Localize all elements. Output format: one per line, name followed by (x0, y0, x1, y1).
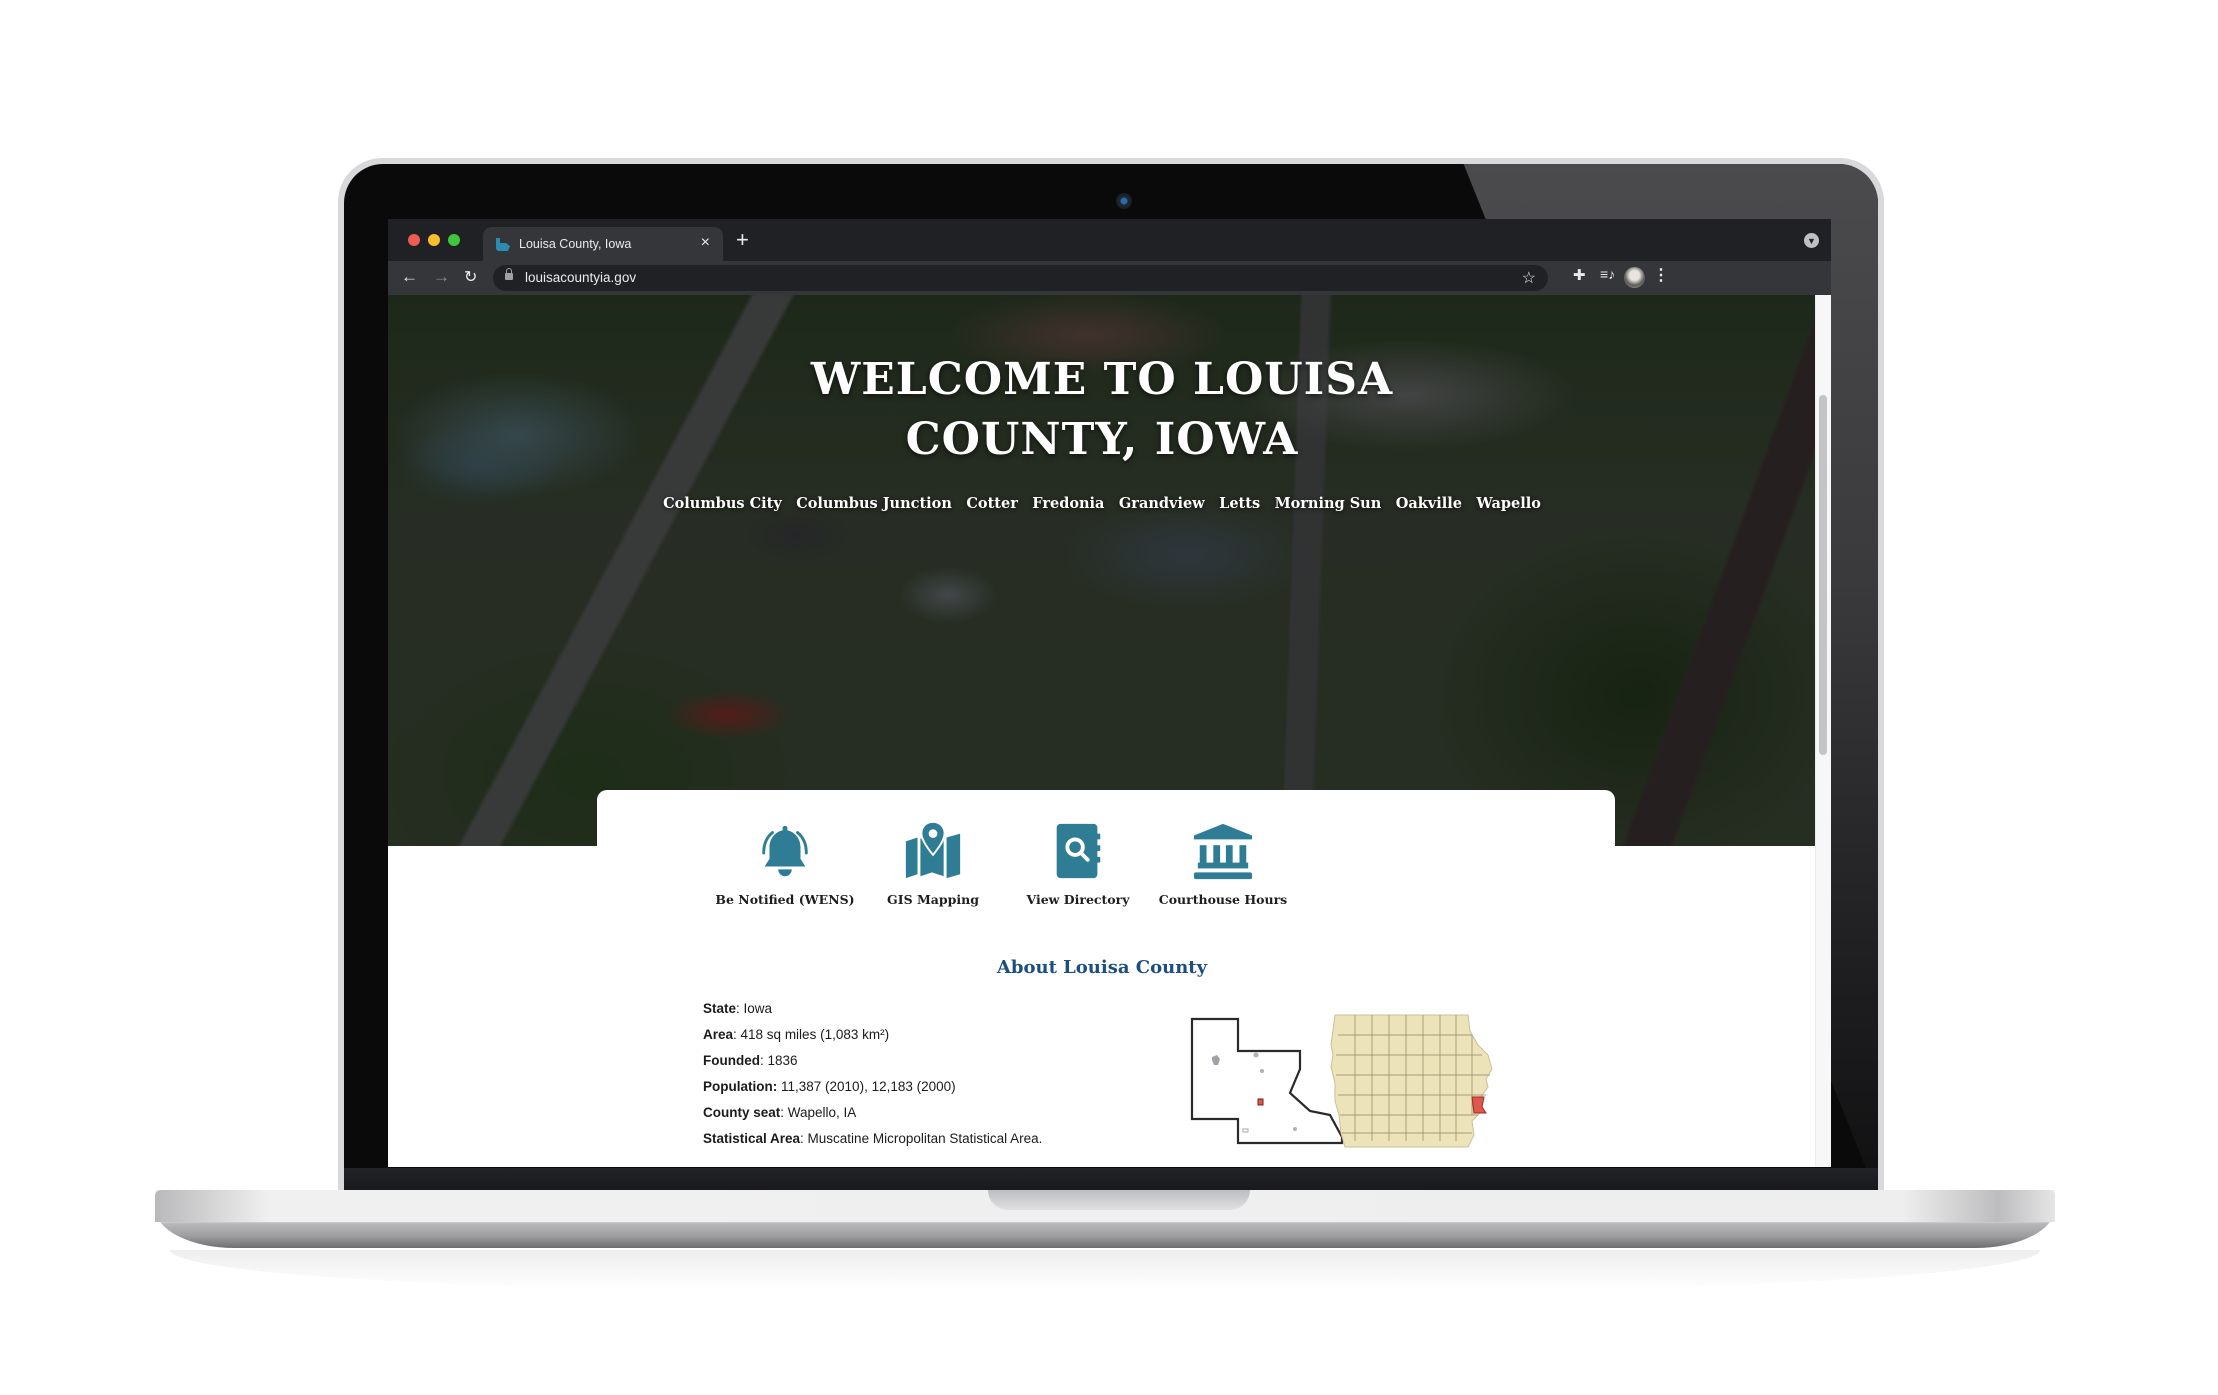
minimize-window-button[interactable] (428, 234, 440, 246)
quick-link-view-directory[interactable]: View Directory (1003, 820, 1153, 907)
tab-search-icon[interactable]: ▼ (1804, 233, 1819, 248)
town-links: Columbus City Columbus Junction Cotter F… (388, 495, 1816, 513)
scrollbar-thumb[interactable] (1819, 395, 1827, 755)
hero-banner: WELCOME TO LOUISA COUNTY, IOWA Columbus … (388, 295, 1816, 846)
fact-value: : Muscatine Micropolitan Statistical Are… (800, 1131, 1043, 1146)
maximize-window-button[interactable] (448, 234, 460, 246)
webcam-icon (1116, 193, 1132, 209)
quick-link-gis-mapping[interactable]: GIS Mapping (858, 820, 1008, 907)
town-link-oakville[interactable]: Oakville (1396, 495, 1462, 512)
laptop-lid-notch (988, 1190, 1250, 1210)
laptop-reflection (170, 1250, 2040, 1290)
fact-value: : Wapello, IA (780, 1105, 857, 1120)
tab-close-icon[interactable]: × (701, 234, 710, 252)
town-link-grandview[interactable]: Grandview (1119, 495, 1205, 512)
fact-state: State: Iowa (703, 996, 1042, 1022)
address-bar[interactable]: louisacountyia.gov ☆ (493, 265, 1548, 291)
fact-value: : 1836 (760, 1053, 798, 1068)
profile-avatar[interactable] (1624, 267, 1645, 288)
forward-arrow-icon[interactable]: → (433, 267, 450, 287)
favicon-county-icon (496, 238, 510, 251)
tab-bar: Louisa County, Iowa × + ▼ (388, 219, 1831, 261)
iowa-state-map (1330, 1014, 1493, 1148)
tab-title: Louisa County, Iowa (519, 237, 632, 251)
town-link-letts[interactable]: Letts (1219, 495, 1260, 512)
louisa-county-highlight (1471, 1096, 1487, 1114)
town-link-fredonia[interactable]: Fredonia (1032, 495, 1104, 512)
kebab-menu-icon[interactable]: ⋮ (1653, 265, 1669, 285)
fact-label: State (703, 1001, 737, 1016)
county-facts: State: Iowa Area: 418 sq miles (1,083 km… (703, 996, 1042, 1152)
reload-icon[interactable]: ↻ (464, 267, 477, 287)
map-pin-icon (905, 820, 961, 879)
fact-label: County seat (703, 1105, 781, 1120)
courthouse-icon (1193, 823, 1253, 880)
county-location-maps (1190, 1014, 1493, 1148)
fact-area: Area: 418 sq miles (1,083 km²) (703, 1022, 1042, 1048)
bell-icon (762, 825, 808, 877)
quick-link-be-notified[interactable]: Be Notified (WENS) (710, 820, 860, 907)
louisa-county-outline-map (1190, 1017, 1344, 1145)
town-link-cotter[interactable]: Cotter (966, 495, 1017, 512)
quick-link-label: Be Notified (WENS) (715, 892, 855, 907)
fact-statistical-area: Statistical Area: Muscatine Micropolitan… (703, 1126, 1042, 1152)
fact-label: Founded (703, 1053, 760, 1068)
close-window-button[interactable] (408, 234, 420, 246)
browser-toolbar: ← → ↻ louisacountyia.gov ☆ ✚ ≡♪ ⋮ (388, 261, 1831, 296)
town-link-wapello[interactable]: Wapello (1476, 495, 1540, 512)
town-link-morning-sun[interactable]: Morning Sun (1275, 495, 1382, 512)
browser-window: Louisa County, Iowa × + ▼ ← → ↻ louisaco… (388, 219, 1831, 1167)
fact-value: 11,387 (2010), 12,183 (2000) (777, 1079, 956, 1094)
fact-label: Population: (703, 1079, 778, 1094)
lock-icon (505, 268, 513, 280)
url-text[interactable]: louisacountyia.gov (525, 270, 636, 285)
fact-value: : 418 sq miles (1,083 km²) (733, 1027, 890, 1042)
quick-link-label: Courthouse Hours (1158, 892, 1288, 907)
fact-county-seat: County seat: Wapello, IA (703, 1100, 1042, 1126)
new-tab-button[interactable]: + (736, 227, 749, 253)
hero-title-line-2: COUNTY, IOWA (905, 414, 1299, 465)
directory-search-icon (1056, 823, 1101, 879)
quick-link-courthouse-hours[interactable]: Courthouse Hours (1148, 820, 1298, 907)
fact-value: : Iowa (736, 1001, 773, 1016)
quick-link-label: View Directory (1026, 892, 1130, 907)
quick-links-card: Be Notified (WENS) GIS Mapping View Dire… (597, 790, 1615, 930)
hero-title-line-1: WELCOME TO LOUISA (810, 354, 1394, 405)
page-scrollbar[interactable] (1815, 295, 1831, 1167)
back-arrow-icon[interactable]: ← (401, 267, 418, 287)
town-link-columbus-junction[interactable]: Columbus Junction (796, 495, 952, 512)
hero-title: WELCOME TO LOUISA COUNTY, IOWA (388, 350, 1816, 470)
fact-label: Area (703, 1027, 734, 1042)
browser-tab-active[interactable]: Louisa County, Iowa × (483, 227, 723, 261)
fact-label: Statistical Area (703, 1131, 801, 1146)
webpage: WELCOME TO LOUISA COUNTY, IOWA Columbus … (388, 295, 1816, 1167)
bookmark-star-icon[interactable]: ☆ (1522, 268, 1536, 288)
fact-population: Population: 11,387 (2010), 12,183 (2000) (703, 1074, 1042, 1100)
extensions-puzzle-icon[interactable]: ✚ (1573, 266, 1586, 284)
quick-link-label: GIS Mapping (887, 892, 979, 907)
fact-founded: Founded: 1836 (703, 1048, 1042, 1074)
about-heading: About Louisa County (996, 957, 1208, 978)
town-link-columbus-city[interactable]: Columbus City (663, 495, 782, 512)
media-queue-icon[interactable]: ≡♪ (1600, 266, 1615, 282)
